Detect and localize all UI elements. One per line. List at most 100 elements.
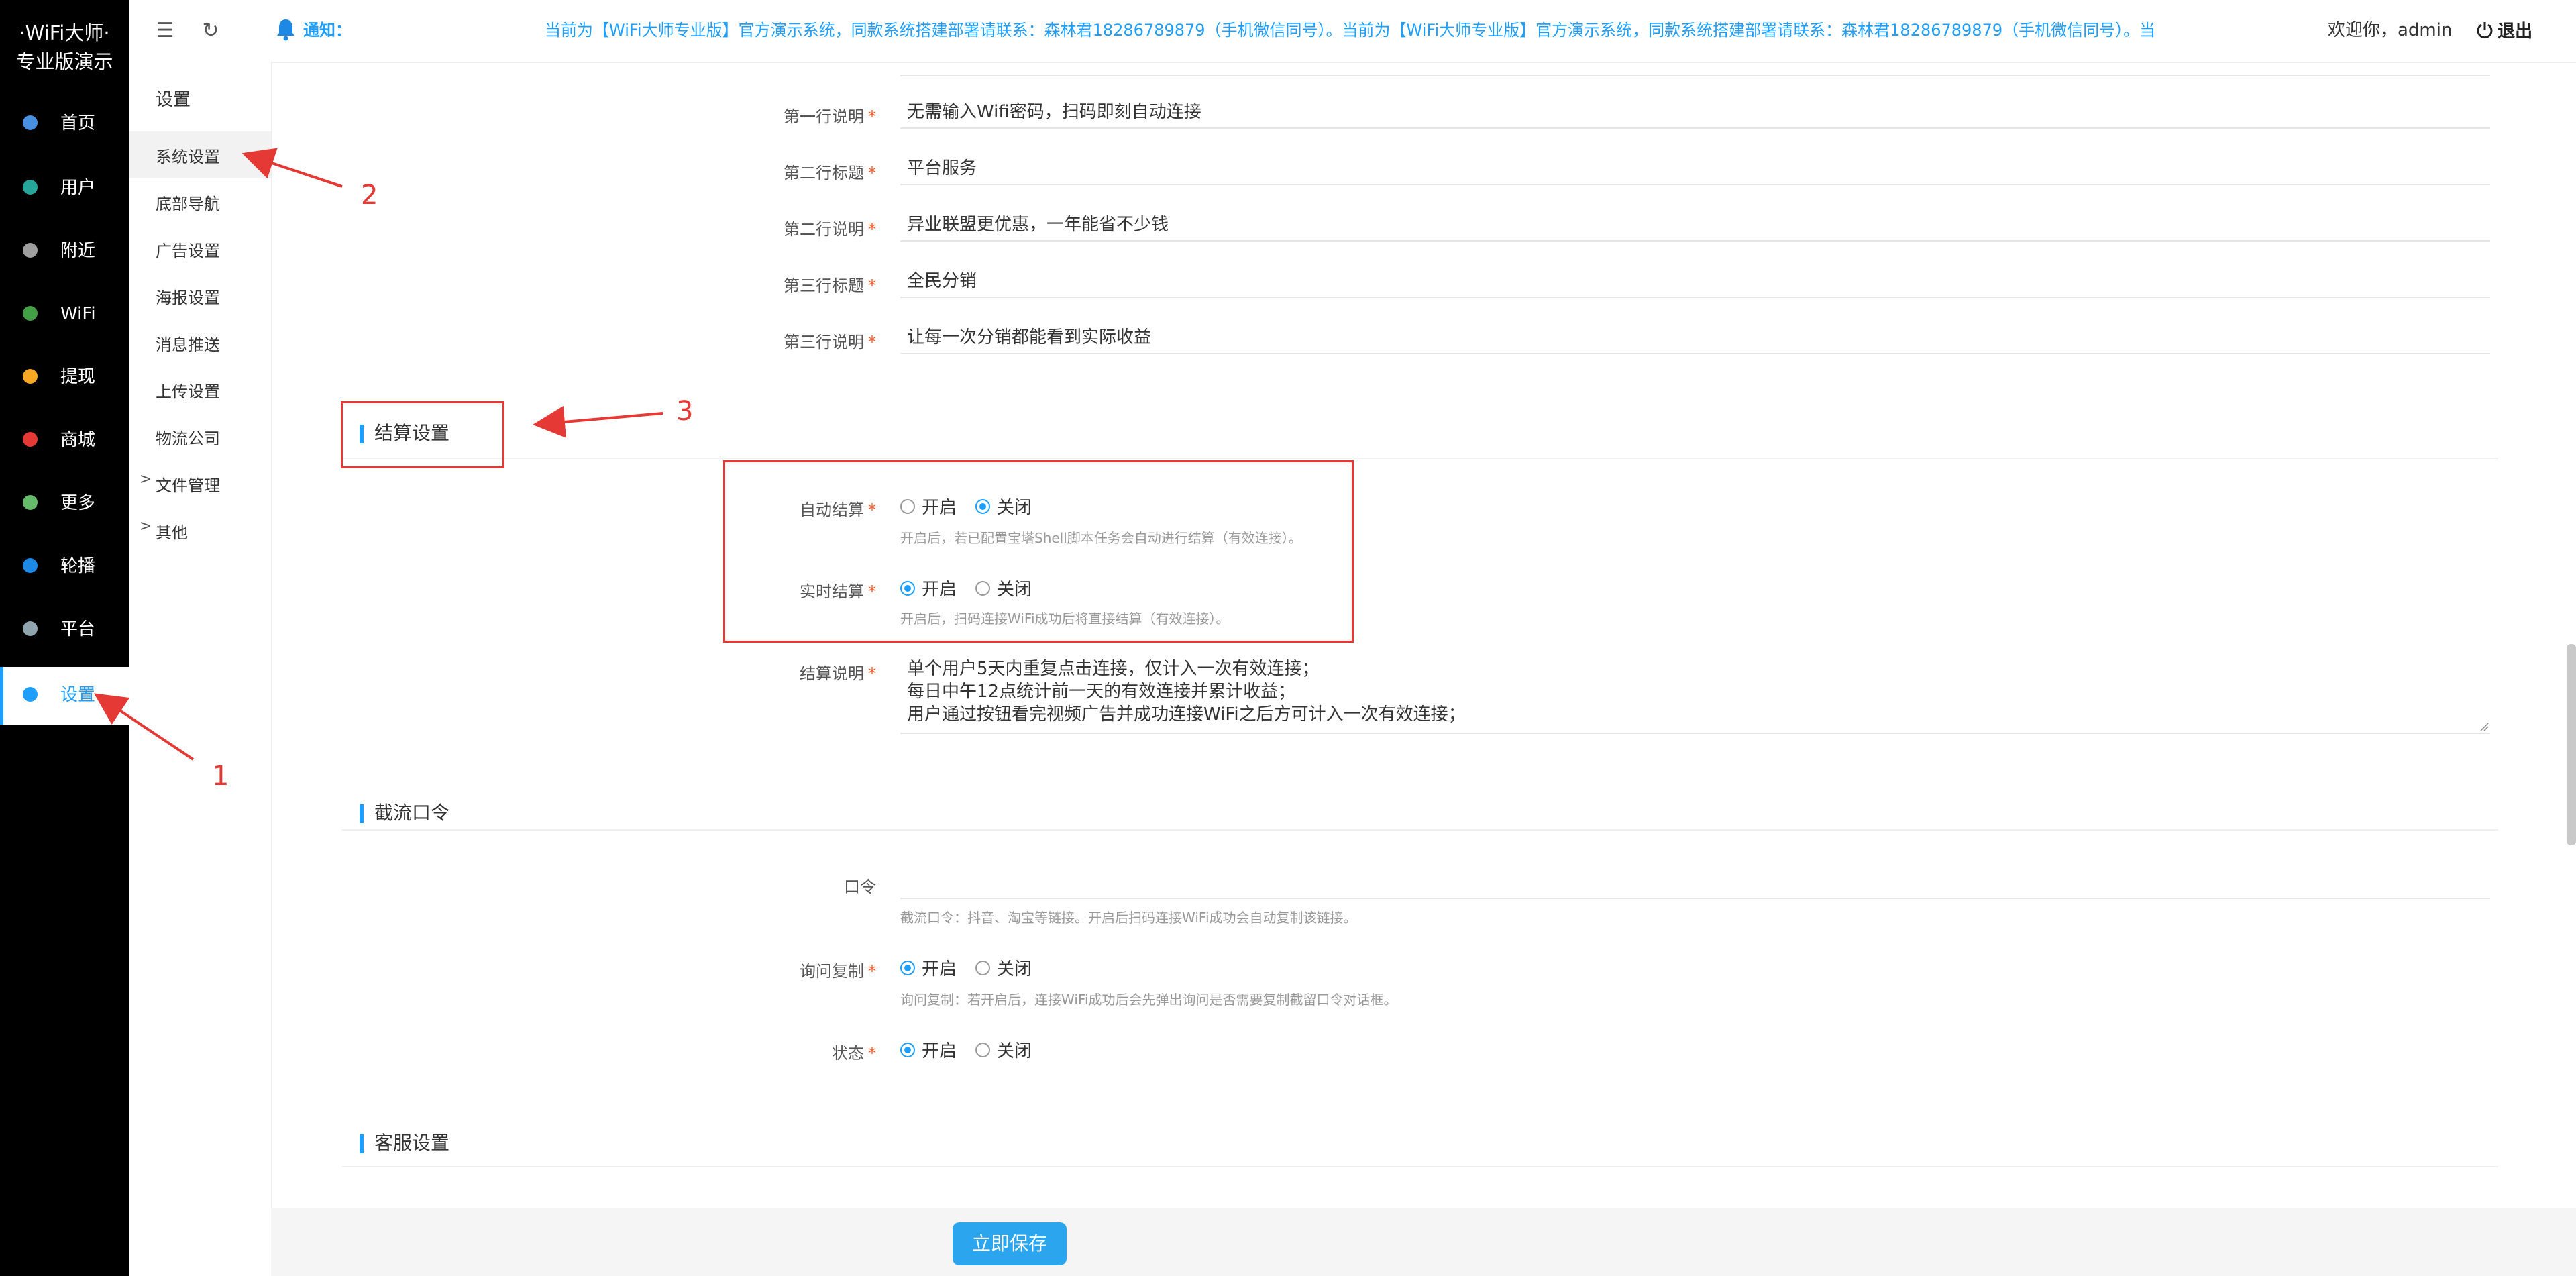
annotation-number-1: 1	[212, 761, 229, 792]
logout-label: 退出	[2498, 21, 2533, 42]
save-button[interactable]: 立即保存	[953, 1222, 1067, 1265]
first-title-input[interactable]	[900, 42, 2490, 76]
welcome-text: 欢迎你，admin	[2328, 20, 2453, 40]
chevron-right-icon: >	[140, 518, 152, 535]
platform-icon	[23, 621, 38, 636]
location-icon	[23, 243, 38, 258]
input-value: 让每一次分销都能看到实际收益	[907, 327, 1152, 348]
subnav-item-push[interactable]: 消息推送	[129, 319, 271, 366]
menu-item-more[interactable]: 更多	[0, 475, 129, 533]
subnav-item-other[interactable]: > 其他	[129, 507, 271, 554]
wifi-icon	[23, 306, 38, 321]
subnav-item-system-settings[interactable]: 系统设置	[129, 131, 271, 178]
menu-item-wifi[interactable]: WiFi	[0, 286, 129, 343]
subnav-item-label: 消息推送	[156, 335, 220, 354]
menu-item-label: 商城	[60, 430, 96, 450]
subnav-item-poster[interactable]: 海报设置	[129, 272, 271, 319]
menu-item-label: 用户	[60, 178, 96, 198]
subnav-item-label: 其他	[156, 523, 188, 542]
subnav-item-bottom-nav[interactable]: 底部导航	[129, 178, 271, 225]
status-off-radio[interactable]: 关闭	[975, 1037, 1032, 1064]
logo-line-1: ·WiFi大师·	[19, 21, 110, 44]
menu-item-home[interactable]: 首页	[0, 95, 129, 153]
textarea-line: 用户通过按钮看完视频广告并成功连接WiFi之后方可计入一次有效连接；	[907, 704, 1466, 725]
power-icon	[2477, 21, 2493, 38]
subnav-item-upload[interactable]: 上传设置	[129, 366, 271, 413]
input-value: 全民分销	[907, 271, 977, 291]
subnav-item-label: 海报设置	[156, 288, 220, 307]
resize-handle-icon[interactable]	[2479, 722, 2489, 731]
settle-desc-textarea[interactable]: 单个用户5天内重复点击连接，仅计入一次有效连接； 每日中午12点统计前一天的有效…	[900, 652, 2490, 734]
row1-desc-input[interactable]: 无需输入Wifi密码，扫码即刻自动连接	[900, 94, 2490, 129]
field-label: 第三行标题 *	[784, 276, 876, 295]
section-divider	[342, 1166, 2498, 1167]
logout-button[interactable]: 退出	[2475, 17, 2532, 44]
menu-item-shop[interactable]: 商城	[0, 412, 129, 470]
refresh-icon[interactable]: ↻	[197, 17, 224, 44]
subnav-item-label: 文件管理	[156, 476, 220, 495]
input-value: 平台服务	[907, 158, 977, 178]
menu-item-platform[interactable]: 平台	[0, 601, 129, 659]
menu-item-label: 轮播	[60, 556, 96, 576]
row2-desc-input[interactable]: 异业联盟更优惠，一年能省不少钱	[900, 207, 2490, 242]
input-value: 异业联盟更优惠，一年能省不少钱	[907, 215, 1169, 235]
annotation-number-2: 2	[361, 180, 378, 211]
field-label: 第三行说明 *	[784, 333, 876, 352]
chevron-right-icon: >	[140, 471, 152, 488]
settings-subnav: 设置 系统设置 底部导航 广告设置 海报设置 消息推送 上传设置 物流公司 > 文…	[129, 62, 272, 1276]
ask-copy-off-radio[interactable]: 关闭	[975, 955, 1032, 982]
subnav-item-label: 系统设置	[156, 148, 220, 166]
menu-item-label: 首页	[60, 113, 96, 134]
user-icon	[23, 180, 38, 195]
field-label: 第二行说明 *	[784, 220, 876, 239]
annotation-box-settle-title	[341, 401, 504, 468]
status-on-radio[interactable]: 开启	[900, 1037, 957, 1064]
more-icon	[23, 495, 38, 510]
subnav-item-label: 物流公司	[156, 429, 220, 448]
annotation-number-3: 3	[676, 396, 694, 427]
scrollbar[interactable]	[2567, 644, 2576, 845]
field-label: 状态 *	[832, 1044, 876, 1063]
coin-icon	[23, 369, 38, 384]
menu-item-label: WiFi	[60, 304, 96, 324]
subnav-item-ads[interactable]: 广告设置	[129, 225, 271, 272]
field-label: 询问复制 *	[800, 962, 876, 981]
app-logo[interactable]: ·WiFi大师· 专业版演示	[0, 19, 129, 76]
notice-marquee: 当前为【WiFi大师专业版】官方演示系统，同款系统搭建部署请联系：森林君1828…	[545, 21, 2155, 40]
section-divider	[342, 458, 2498, 459]
shop-icon	[23, 432, 38, 447]
field-label: 口令	[844, 878, 876, 896]
section-divider	[342, 829, 2498, 831]
textarea-line: 单个用户5天内重复点击连接，仅计入一次有效连接；	[907, 659, 1320, 679]
section-title-intercept: 截流口令	[360, 798, 449, 825]
row3-title-input[interactable]: 全民分销	[900, 263, 2490, 298]
input-value: 无需输入Wifi密码，扫码即刻自动连接	[907, 102, 1201, 122]
logo-line-2: 专业版演示	[15, 50, 113, 73]
menu-item-nearby[interactable]: 附近	[0, 223, 129, 280]
menu-item-withdraw[interactable]: 提现	[0, 349, 129, 407]
subnav-item-logistics[interactable]: 物流公司	[129, 413, 271, 460]
section-title-service: 客服设置	[360, 1128, 449, 1155]
carousel-icon	[23, 558, 38, 573]
menu-item-label: 更多	[60, 493, 96, 513]
password-input[interactable]	[900, 865, 2490, 899]
subnav-item-file-manage[interactable]: > 文件管理	[129, 460, 271, 507]
menu-item-user[interactable]: 用户	[0, 160, 129, 217]
menu-collapse-icon[interactable]: ☰	[152, 17, 178, 44]
menu-item-carousel[interactable]: 轮播	[0, 538, 129, 596]
row2-title-input[interactable]: 平台服务	[900, 150, 2490, 185]
section-bar	[360, 1134, 364, 1153]
password-hint: 截流口令：抖音、淘宝等链接。开启后扫码连接WiFi成功会自动复制该链接。	[900, 910, 1357, 926]
textarea-line: 每日中午12点统计前一天的有效连接并累计收益；	[907, 682, 1296, 702]
subnav-title: 设置	[156, 90, 191, 110]
menu-item-settings[interactable]: 设置	[0, 667, 129, 725]
subnav-item-label: 上传设置	[156, 382, 220, 401]
row3-desc-input[interactable]: 让每一次分销都能看到实际收益	[900, 319, 2490, 354]
ask-copy-on-radio[interactable]: 开启	[900, 955, 957, 982]
annotation-box-settle-options	[723, 460, 1354, 643]
subnav-item-label: 底部导航	[156, 195, 220, 213]
radio-circle	[900, 960, 915, 975]
field-label: 第一行说明 *	[784, 107, 876, 126]
radio-circle	[975, 1042, 990, 1057]
section-bar	[360, 804, 364, 823]
